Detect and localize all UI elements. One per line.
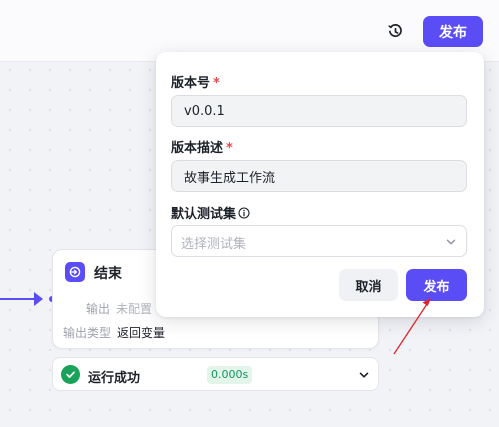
- testset-placeholder: 选择测试集: [181, 237, 247, 252]
- run-status-text: 运行成功: [88, 371, 141, 386]
- required-mark: *: [226, 141, 233, 156]
- testset-label: 默认测试集: [171, 207, 237, 222]
- output-row: 输出 未配置: [86, 300, 152, 317]
- desc-label-row: 版本描述 *: [171, 137, 233, 156]
- output-value: 未配置: [116, 302, 153, 316]
- testset-label-row: 默认测试集: [171, 203, 250, 222]
- info-icon[interactable]: [238, 207, 250, 219]
- output-type-value: 返回变量: [117, 326, 166, 340]
- chevron-down-icon[interactable]: [358, 369, 370, 381]
- version-input[interactable]: [171, 95, 467, 127]
- version-label-row: 版本号 *: [171, 72, 220, 91]
- desc-label: 版本描述: [171, 141, 224, 156]
- testset-select[interactable]: 选择测试集: [171, 225, 467, 257]
- output-key: 输出: [86, 302, 111, 316]
- publish-popover: 版本号* 版本描述* 默认测试集 选择测试集 取消 发布: [156, 52, 484, 317]
- edge-arrow-icon: [34, 292, 43, 306]
- output-type-key: 输出类型: [63, 326, 112, 340]
- version-label: 版本号: [171, 76, 211, 91]
- output-type-row: 输出类型 返回变量: [63, 324, 165, 341]
- required-mark: *: [213, 76, 220, 91]
- chevron-down-icon: [446, 239, 456, 245]
- exit-icon: [65, 262, 85, 282]
- desc-input[interactable]: [171, 160, 467, 192]
- history-button[interactable]: [384, 20, 406, 42]
- run-duration-badge: 0.000s: [207, 366, 253, 384]
- history-clock-icon: [387, 23, 402, 37]
- cancel-button[interactable]: 取消: [339, 269, 398, 301]
- node-title: 结束: [94, 266, 122, 282]
- publish-button[interactable]: 发布: [423, 16, 483, 47]
- check-circle-icon: [61, 365, 80, 384]
- confirm-publish-button[interactable]: 发布: [406, 269, 467, 301]
- run-status-bar[interactable]: 运行成功 0.000s: [52, 357, 379, 391]
